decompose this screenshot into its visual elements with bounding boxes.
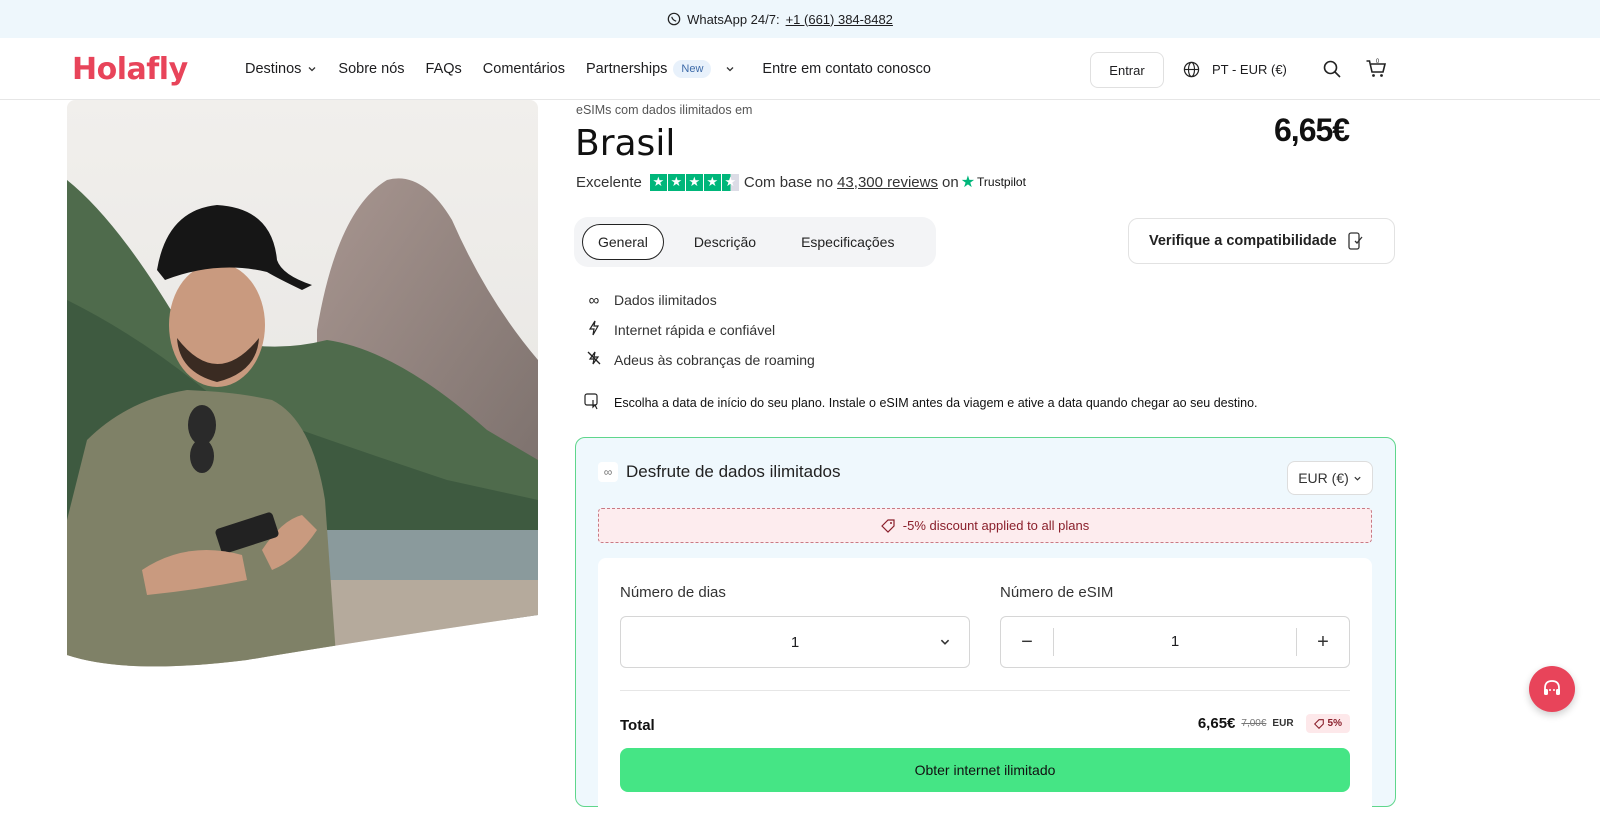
plan-heading-text: Desfrute de dados ilimitados (626, 462, 841, 481)
feature-item: Internet rápida e confiável (584, 315, 815, 345)
esim-quantity-value[interactable]: 1 (1053, 628, 1297, 656)
locale-selector[interactable]: PT - EUR (€) (1183, 38, 1287, 100)
infinity-icon: ∞ (588, 291, 600, 309)
star-icon: ★ (649, 173, 667, 191)
feature-list: ∞ Dados ilimitados Internet rápida e con… (584, 285, 815, 375)
nav-sobre[interactable]: Sobre nós (338, 61, 404, 77)
holafly-logo[interactable]: Holafly (72, 52, 188, 87)
tab-descricao[interactable]: Descrição (679, 225, 771, 259)
chevron-down-icon (726, 67, 734, 72)
product-subtitle: eSIMs com dados ilimitados em (576, 103, 753, 117)
whatsapp-bar: WhatsApp 24/7: +1 (661) 384-8482 (0, 0, 1600, 38)
product-price: 6,65€ (1274, 112, 1350, 148)
infinity-icon: ∞ (598, 462, 618, 482)
nav-destinos[interactable]: Destinos (245, 61, 317, 77)
new-badge: New (673, 60, 712, 78)
esim-quantity-stepper: − 1 + (1000, 616, 1350, 668)
days-label: Número de dias (620, 584, 726, 601)
plan-options: Número de dias Número de eSIM 1 − 1 + To… (598, 558, 1372, 818)
days-value: 1 (790, 633, 800, 651)
activation-note-text: Escolha a data de início do seu plano. I… (614, 395, 1258, 410)
old-price: 7,00€ (1241, 718, 1267, 729)
calendar-tap-icon (584, 392, 604, 413)
chevron-down-icon (308, 67, 316, 72)
nav-links: Destinos Sobre nós FAQs Comentários Part… (245, 38, 952, 100)
discount-badge: 5% (1305, 714, 1350, 733)
currency-label: EUR (€) (1298, 470, 1349, 486)
total-price: 6,65€ (1197, 715, 1236, 732)
decrement-button[interactable]: − (1001, 617, 1053, 667)
tab-general[interactable]: General (582, 224, 664, 260)
page-title: Brasil (575, 123, 676, 164)
nav-comentarios[interactable]: Comentários (483, 61, 565, 77)
divider (620, 690, 1350, 691)
activation-note: Escolha a data de início do seu plano. I… (584, 392, 1258, 413)
days-select[interactable]: 1 (620, 616, 970, 668)
product-tabs: General Descrição Especificações (574, 217, 936, 267)
currency-code: EUR (1272, 718, 1294, 729)
buy-button[interactable]: Obter internet ilimitado (620, 748, 1350, 792)
currency-selector[interactable]: EUR (€) (1287, 461, 1373, 495)
star-icon: ★ (703, 173, 721, 191)
nav-partnerships-label: Partnerships (586, 61, 668, 77)
rating-stars: ★ ★ ★ ★ ★ (649, 173, 740, 191)
main-nav: Holafly Destinos Sobre nós FAQs Comentár… (0, 38, 1600, 100)
login-button[interactable]: Entrar (1090, 52, 1164, 88)
nav-partnerships[interactable]: Partnerships New (586, 60, 735, 78)
feature-text: Dados ilimitados (614, 292, 717, 308)
whatsapp-icon (667, 12, 681, 26)
star-icon: ★ (685, 173, 703, 191)
chevron-down-icon (1354, 476, 1361, 481)
esim-label: Número de eSIM (1000, 584, 1114, 601)
total-summary: 6,65€ 7,00€ EUR 5% (1198, 714, 1350, 733)
search-icon[interactable] (1322, 59, 1342, 79)
discount-text: -5% discount applied to all plans (902, 518, 1090, 533)
lightning-icon (584, 320, 604, 340)
compat-label: Verifique a compatibilidade (1149, 233, 1337, 249)
star-icon: ★ (667, 173, 685, 191)
tag-icon (880, 518, 895, 533)
no-roaming-icon (584, 350, 604, 370)
headset-icon (1544, 680, 1560, 695)
tab-especificacoes[interactable]: Especificações (786, 225, 909, 259)
discount-banner: -5% discount applied to all plans (598, 508, 1372, 543)
support-chat-button[interactable] (1529, 666, 1575, 712)
reviews-link[interactable]: 43,300 reviews (837, 174, 938, 191)
hero-image (67, 100, 538, 670)
locale-label: PT - EUR (€) (1212, 61, 1287, 77)
chevron-down-icon (940, 639, 950, 645)
feature-text: Internet rápida e confiável (614, 322, 776, 338)
phone-check-icon (1348, 232, 1363, 250)
plan-heading: ∞ Desfrute de dados ilimitados (598, 462, 841, 482)
whatsapp-label: WhatsApp 24/7: (687, 11, 780, 27)
on-text: on (942, 173, 959, 191)
increment-button[interactable]: + (1297, 617, 1349, 667)
plan-card: ∞ Desfrute de dados ilimitados EUR (€) -… (575, 437, 1396, 818)
based-on-text: Com base no (743, 173, 834, 191)
half-star-icon: ★ (721, 173, 739, 191)
rating-label: Excelente (576, 173, 642, 191)
trustpilot-rating: Excelente ★ ★ ★ ★ ★ Com base no 43,300 r… (576, 172, 1026, 192)
total-label: Total (620, 717, 655, 734)
nav-faqs[interactable]: FAQs (426, 61, 462, 77)
globe-icon (1183, 61, 1200, 77)
trustpilot-logo: ★ Trustpilot (961, 172, 1026, 192)
nav-contato[interactable]: Entre em contato conosco (762, 61, 930, 77)
trustpilot-star-icon: ★ (960, 174, 976, 191)
tag-icon (1313, 718, 1324, 729)
trustpilot-label: Trustpilot (977, 175, 1026, 189)
feature-text: Adeus às cobranças de roaming (614, 352, 815, 368)
cart-icon[interactable]: 0 (1365, 57, 1387, 79)
feature-item: Adeus às cobranças de roaming (584, 345, 815, 375)
whatsapp-phone-link[interactable]: +1 (661) 384-8482 (786, 12, 893, 27)
check-compatibility-button[interactable]: Verifique a compatibilidade (1128, 218, 1395, 264)
feature-item: ∞ Dados ilimitados (584, 285, 815, 315)
nav-destinos-label: Destinos (245, 61, 302, 77)
discount-badge-text: 5% (1327, 718, 1342, 729)
